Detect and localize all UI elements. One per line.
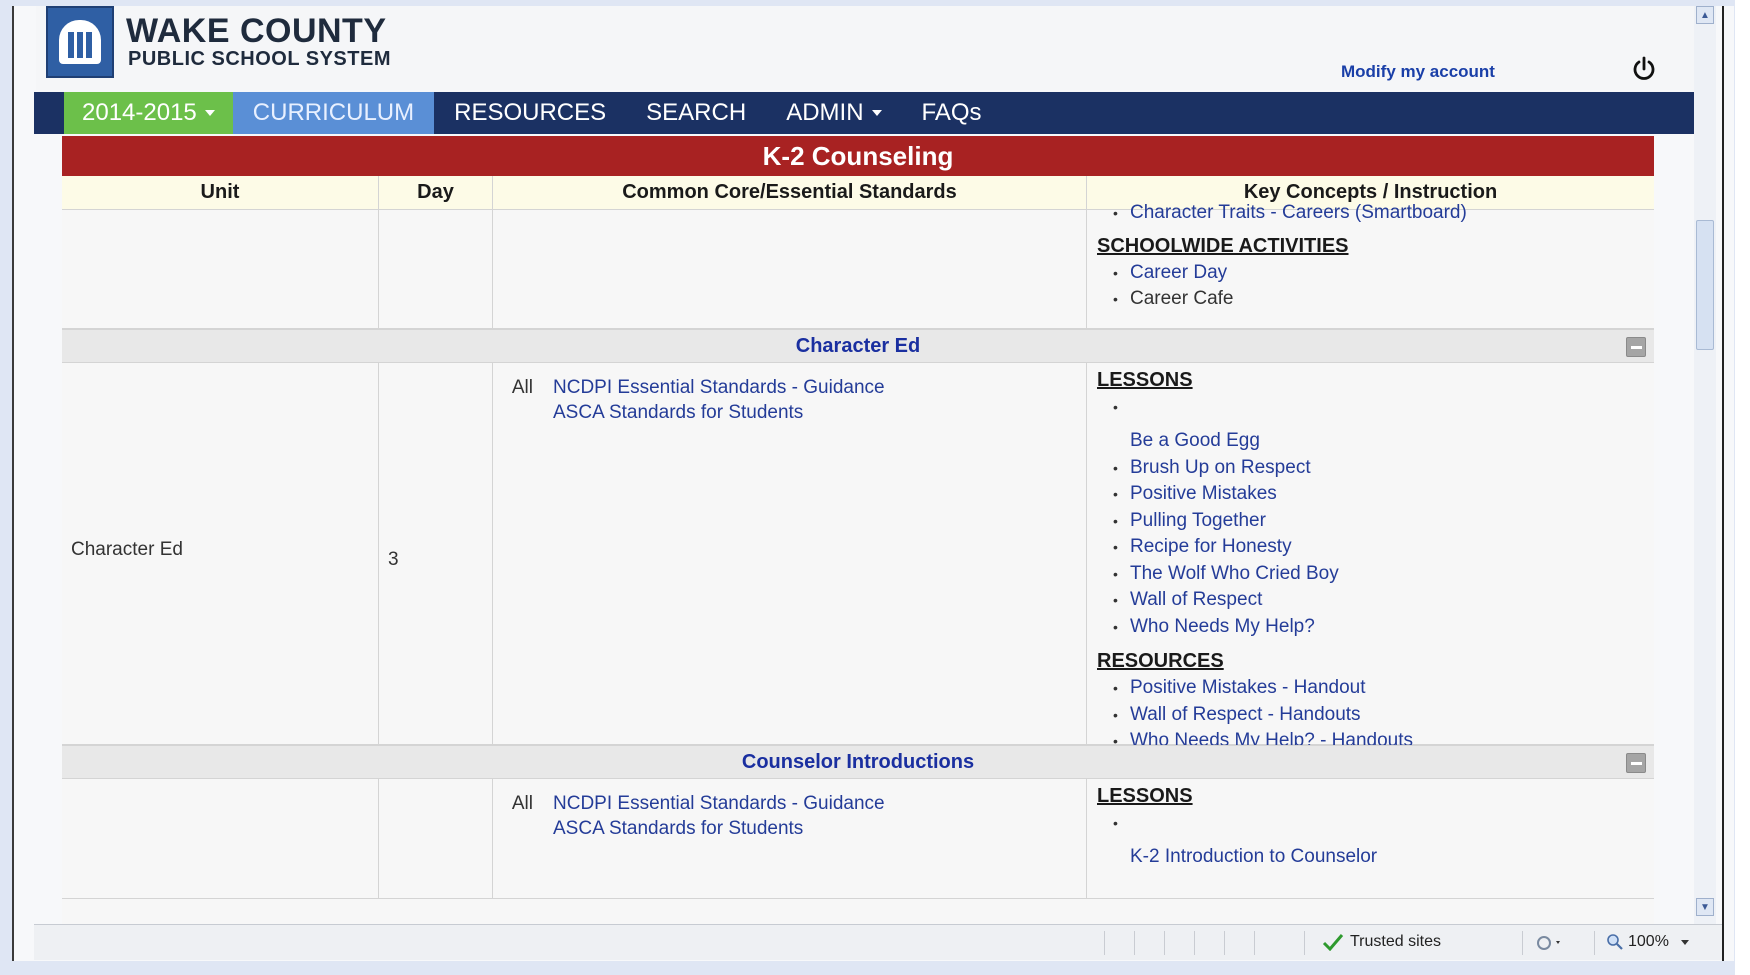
empty-list-item (1097, 810, 1654, 837)
standards-cell: All NCDPI Essential Standards - Guidance … (493, 779, 1087, 898)
security-zone-label: Trusted sites (1350, 933, 1441, 950)
power-icon[interactable] (1632, 56, 1656, 82)
day-cell (379, 779, 493, 898)
nav-year-label: 2014-2015 (82, 99, 197, 126)
lesson-link[interactable]: Recipe for Honesty (1097, 534, 1654, 561)
resource-link[interactable]: Wall of Respect - Handouts (1097, 702, 1654, 729)
brand-name: WAKE COUNTY (126, 12, 387, 50)
scroll-up-button[interactable]: ▲ (1696, 6, 1714, 24)
building-icon (59, 20, 101, 64)
header-standards: Common Core/Essential Standards (493, 176, 1087, 209)
zoom-level: 100% (1628, 933, 1669, 950)
minus-square-icon[interactable] (1626, 753, 1646, 773)
status-separator (1134, 931, 1135, 955)
group-header-counselor-introductions: Counselor Introductions (62, 745, 1654, 779)
lesson-link[interactable]: Who Needs My Help? (1097, 614, 1654, 641)
nav-faqs[interactable]: FAQs (902, 92, 1002, 134)
scroll-down-button[interactable]: ▼ (1696, 898, 1714, 916)
browser-window: WAKE COUNTY PUBLIC SCHOOL SYSTEM Modify … (12, 6, 1734, 961)
wcpss-logo[interactable] (46, 6, 114, 78)
checkmark-icon (1322, 934, 1344, 951)
chevron-down-icon (1680, 939, 1689, 945)
site-header: WAKE COUNTY PUBLIC SCHOOL SYSTEM Modify … (36, 6, 1708, 90)
unit-cell: Character Ed (62, 363, 379, 744)
lesson-link[interactable]: Character Traits - Careers (Smartboard) (1097, 200, 1654, 227)
group-title: Character Ed (795, 334, 921, 357)
activity-item: Career Cafe (1097, 286, 1654, 313)
brand-subtitle: PUBLIC SCHOOL SYSTEM (128, 48, 391, 70)
protected-mode-icon[interactable] (1534, 933, 1564, 953)
zoom-control[interactable]: 100% (1606, 933, 1689, 951)
page-title: K-2 Counseling (62, 136, 1654, 176)
lesson-link[interactable]: Be a Good Egg (1097, 428, 1654, 455)
modify-account-link[interactable]: Modify my account (1341, 62, 1495, 82)
status-separator (1254, 931, 1255, 955)
standard-link[interactable]: ASCA Standards for Students (553, 400, 803, 425)
group-title: Counselor Introductions (741, 750, 975, 773)
lessons-title: LESSONS (1097, 785, 1193, 807)
status-separator (1522, 931, 1523, 955)
status-separator (1104, 931, 1105, 955)
key-concepts-cell: LESSONS K-2 Introduction to Counselor (1087, 779, 1654, 898)
key-concepts-cell: Character Traits - Careers (Smartboard) … (1087, 200, 1654, 328)
lessons-title: LESSONS (1097, 369, 1193, 391)
key-concepts-cell: LESSONS Be a Good Egg Brush Up on Respec… (1087, 363, 1654, 754)
table-row: All NCDPI Essential Standards - Guidance … (62, 779, 1654, 899)
lesson-link[interactable]: Positive Mistakes (1097, 481, 1654, 508)
unit-cell (62, 779, 379, 898)
table-row: Character Ed 3 All NCDPI Essential Standa… (62, 363, 1654, 754)
outer-frame-right (1735, 0, 1750, 975)
chevron-down-icon (204, 110, 215, 116)
browser-status-bar: Trusted sites 100% (34, 924, 1724, 960)
status-separator (1304, 931, 1305, 955)
standard-link[interactable]: ASCA Standards for Students (553, 816, 803, 841)
day-cell: 3 (379, 363, 493, 744)
curriculum-content: K-2 Counseling Unit Day Common Core/Esse… (62, 136, 1654, 926)
status-separator (1224, 931, 1225, 955)
empty-list-item (1097, 394, 1654, 421)
lesson-link[interactable]: K-2 Introduction to Counselor (1097, 844, 1654, 871)
lesson-link[interactable]: The Wolf Who Cried Boy (1097, 561, 1654, 588)
group-header-character-ed: Character Ed (62, 329, 1654, 363)
scroll-thumb[interactable] (1696, 220, 1714, 350)
standards-cell (493, 210, 1087, 328)
day-cell (379, 210, 493, 328)
nav-resources[interactable]: RESOURCES (434, 92, 626, 134)
vertical-scrollbar[interactable]: ▲ ▼ (1694, 6, 1716, 926)
table-row: Character Traits - Careers (Smartboard) … (62, 200, 1654, 329)
resources-title: RESOURCES (1097, 650, 1224, 672)
lesson-link[interactable]: Brush Up on Respect (1097, 455, 1654, 482)
status-separator (1194, 931, 1195, 955)
standard-link[interactable]: NCDPI Essential Standards - Guidance (553, 791, 885, 816)
main-navbar: 2014-2015 CURRICULUM RESOURCES SEARCH AD… (34, 92, 1710, 134)
standard-link[interactable]: NCDPI Essential Standards - Guidance (553, 375, 885, 400)
minus-square-icon[interactable] (1626, 337, 1646, 357)
header-unit: Unit (62, 176, 379, 209)
grade-label: All (511, 793, 533, 814)
chevron-down-icon (871, 110, 882, 116)
schoolwide-title: SCHOOLWIDE ACTIVITIES (1097, 234, 1349, 257)
activity-link[interactable]: Career Day (1097, 260, 1654, 287)
nav-search[interactable]: SEARCH (626, 92, 766, 134)
grade-label: All (511, 377, 533, 398)
status-separator (1594, 931, 1595, 955)
nav-admin-label: ADMIN (786, 99, 864, 126)
standards-cell: All NCDPI Essential Standards - Guidance … (493, 363, 1087, 744)
unit-cell (62, 210, 379, 328)
lesson-link[interactable]: Wall of Respect (1097, 587, 1654, 614)
status-separator (1164, 931, 1165, 955)
security-zone[interactable]: Trusted sites (1322, 933, 1441, 951)
magnifier-icon (1607, 934, 1623, 950)
header-day: Day (379, 176, 493, 209)
nav-admin-dropdown[interactable]: ADMIN (766, 92, 901, 134)
nav-year-dropdown[interactable]: 2014-2015 (64, 92, 233, 134)
nav-curriculum[interactable]: CURRICULUM (232, 92, 435, 134)
resource-link[interactable]: Positive Mistakes - Handout (1097, 675, 1654, 702)
lesson-link[interactable]: Pulling Together (1097, 508, 1654, 535)
window-right-border (1722, 6, 1724, 961)
